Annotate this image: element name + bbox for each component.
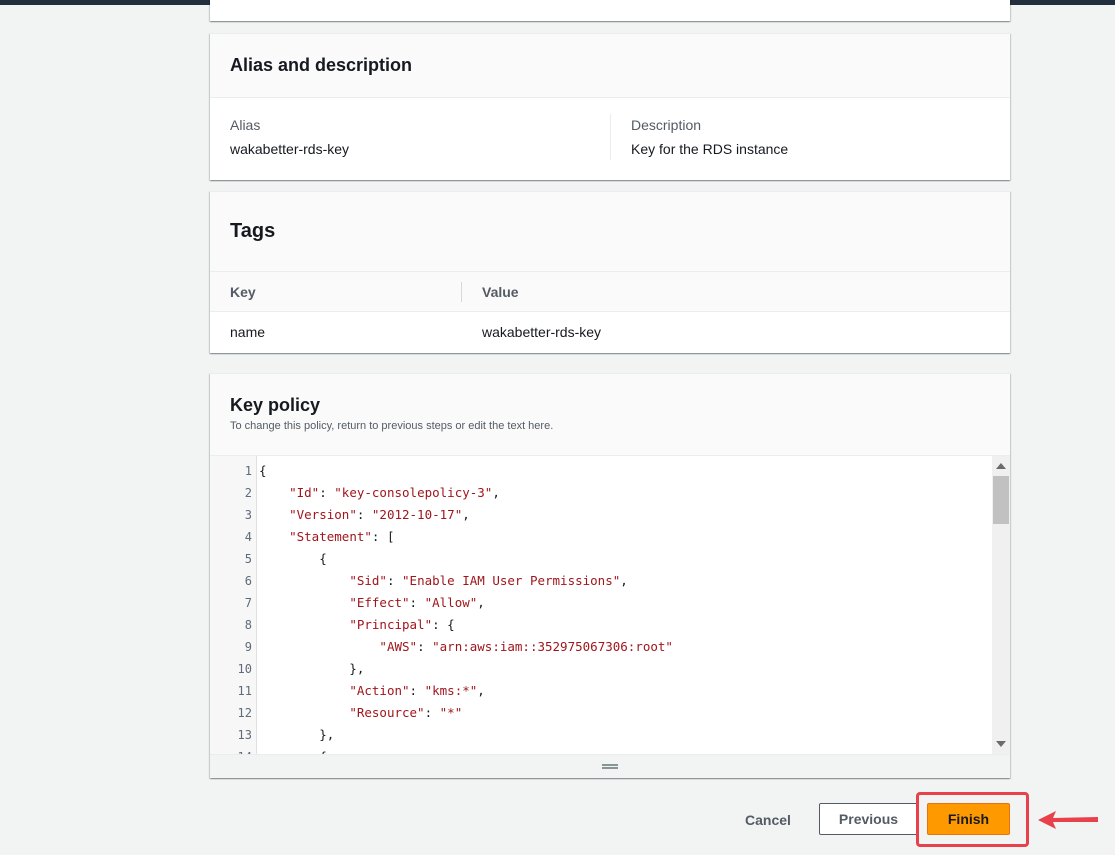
line-number: 10 [237,662,252,676]
code-line: 1{ [210,460,990,482]
code-text: "Statement": [ [289,529,395,544]
panel-header: Tags [210,192,1010,272]
code-line: 13 }, [210,724,990,746]
line-number: 14 [210,746,252,754]
column-divider [610,114,611,160]
annotation-highlight-box [916,792,1029,847]
code-text: "Action": "kms:*", [349,683,485,698]
scroll-up-arrow-icon[interactable] [996,463,1006,469]
previous-panel-remnant [210,0,1010,21]
code-line: 12 "Resource": "*" [210,702,990,724]
code-line: 2 "Id": "key-consolepolicy-3", [210,482,990,504]
policy-code-editor[interactable]: 1{2 "Id": "key-consolepolicy-3", 3 "Versi… [210,456,1010,754]
line-number: 8 [244,618,252,632]
code-line: 5 { [210,548,990,570]
panel-title: Tags [230,220,276,242]
code-text: "Principal": { [349,617,455,632]
previous-button[interactable]: Previous [819,803,918,835]
description-label: Description [631,117,702,133]
line-number: 4 [244,530,252,544]
scroll-down-arrow-icon[interactable] [996,741,1006,747]
column-separator [461,282,462,302]
line-number: 3 [244,508,252,522]
panel-description: To change this policy, return to previou… [230,420,554,432]
column-header-key: Key [230,284,256,300]
panel-header: Key policy To change this policy, return… [210,374,1010,456]
panel-title: Alias and description [230,55,413,75]
code-text: { [259,746,327,754]
code-line: 9 "AWS": "arn:aws:iam::352975067306:root… [210,636,990,658]
code-line: 14 { [210,746,990,754]
resize-grip-icon [602,764,618,769]
alias-value: wakabetter-rds-key [230,141,350,157]
key-policy-panel: Key policy To change this policy, return… [210,373,1010,778]
annotation-arrow-icon [1038,811,1098,829]
tags-panel: Tags Key Value name wakabetter-rds-key [210,191,1010,353]
line-number: 7 [244,596,252,610]
code-text: }, [259,661,365,676]
line-number: 12 [237,706,252,720]
description-field: Description Key for the RDS instance [631,116,788,158]
code-line: 11 "Action": "kms:*", [210,680,990,702]
code-line: 7 "Effect": "Allow", [210,592,990,614]
editor-scrollbar[interactable] [992,456,1010,754]
line-number: 13 [237,728,252,742]
tag-value-cell: wakabetter-rds-key [482,324,602,340]
code-text: "Id": "key-consolepolicy-3", [289,485,500,500]
code-line: 4 "Statement": [ [210,526,990,548]
panel-header: Alias and description [210,34,1010,98]
tag-key-cell: name [230,324,266,340]
alias-field: Alias wakabetter-rds-key [230,116,349,158]
code-line: 3 "Version": "2012-10-17", [210,504,990,526]
line-number: 2 [244,486,252,500]
alias-label: Alias [230,117,261,133]
scrollbar-thumb[interactable] [993,476,1009,524]
code-line: 6 "Sid": "Enable IAM User Permissions", [210,570,990,592]
tags-table-header: Key Value [210,272,1010,312]
code-line: 10 }, [210,658,990,680]
cancel-button[interactable]: Cancel [735,806,801,834]
line-number: 9 [244,640,252,654]
code-text: "Resource": "*" [349,705,463,720]
code-text: { [259,463,267,478]
code-text: }, [259,727,335,742]
line-number: 5 [244,552,252,566]
code-text: "Effect": "Allow", [349,595,485,610]
code-text: "Version": "2012-10-17", [289,507,470,522]
panel-title: Key policy [230,395,321,415]
alias-description-panel: Alias and description Alias wakabetter-r… [210,33,1010,180]
description-value: Key for the RDS instance [631,141,789,157]
column-header-value: Value [482,284,519,300]
code-text: "Sid": "Enable IAM User Permissions", [349,573,628,588]
line-number: 1 [244,464,252,478]
line-number: 11 [237,684,252,698]
line-number: 6 [244,574,252,588]
code-line: 8 "Principal": { [210,614,990,636]
code-text: "AWS": "arn:aws:iam::352975067306:root" [379,639,673,654]
code-text: { [259,551,327,566]
editor-resize-handle[interactable] [210,754,1010,778]
